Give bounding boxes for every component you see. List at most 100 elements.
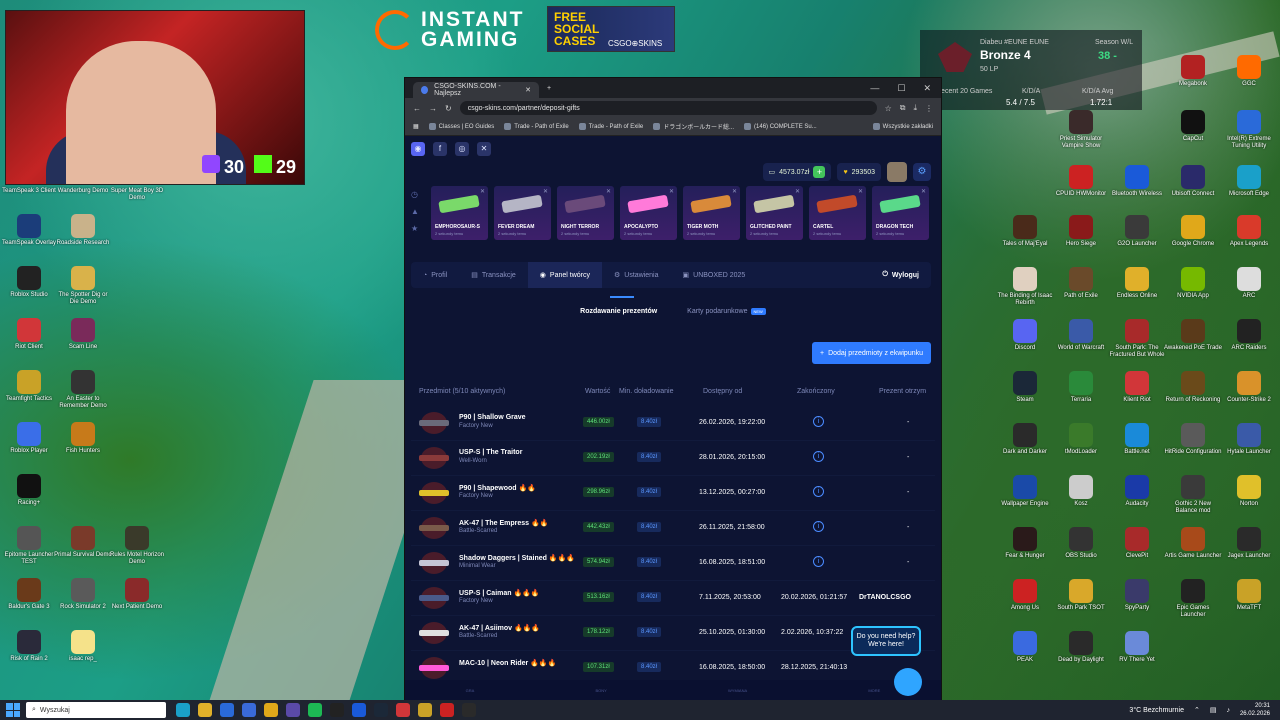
desktop-shortcut[interactable]: Terraria (1052, 371, 1110, 404)
riot-taskbar-icon[interactable] (396, 703, 410, 717)
maximize-icon[interactable]: ☐ (897, 83, 905, 94)
desktop-shortcut[interactable]: Gothic 2 New Balance mod (1164, 475, 1222, 515)
bottom-nav-item[interactable]: GRA (466, 688, 475, 693)
desktop-shortcut[interactable]: Roblox Player (0, 422, 58, 455)
new-tab-icon[interactable]: + (547, 85, 551, 92)
live-drop-card[interactable]: FEVER DREAM 2 sekundy temu ✕ (494, 186, 551, 240)
bookmark-item[interactable]: Trade - Path of Exile (578, 123, 643, 130)
logout-button[interactable]: ⏻ Wyloguj (870, 262, 931, 288)
bookmark-item[interactable]: (146) COMPLETE Su... (744, 123, 817, 130)
desktop-shortcut[interactable]: The Binding of Isaac Rebirth (996, 267, 1054, 307)
desktop-shortcut[interactable]: Tales of Maj'Eyal (996, 215, 1054, 248)
desktop-shortcut[interactable]: Epic Games Launcher (1164, 579, 1222, 619)
desktop-shortcut[interactable]: G2O Launcher (1108, 215, 1166, 248)
desktop-shortcut[interactable]: Hytale Launcher (1220, 423, 1278, 456)
desktop-shortcut[interactable]: Roblox Studio (0, 266, 58, 299)
tab-profile[interactable]: ◔ Profil (411, 262, 459, 288)
close-icon[interactable]: ✕ (732, 188, 737, 195)
desktop-shortcut[interactable]: Wallpaper Engine (996, 475, 1054, 508)
desktop-shortcut[interactable]: World of Warcraft (1052, 319, 1110, 352)
desktop-shortcut[interactable]: Hero Siege (1052, 215, 1110, 248)
help-bubble[interactable]: Do you need help? We're here! (851, 626, 921, 656)
desktop-shortcut[interactable]: Intel(R) Extreme Tuning Utility (1220, 110, 1278, 150)
table-row[interactable]: AK-47 | The Empress 🔥🔥 Battle-Scarred 442.… (411, 511, 935, 546)
live-drop-card[interactable]: NIGHT TERROR 2 sekundy temu ✕ (557, 186, 614, 240)
desktop-shortcut[interactable]: Counter-Strike 2 (1220, 371, 1278, 404)
extensions-icon[interactable]: ⧉ (900, 103, 906, 113)
info-icon[interactable]: i (813, 486, 824, 497)
live-drop-card[interactable]: GLITCHED PAINT 2 sekundy temu ✕ (746, 186, 803, 240)
tab-close-icon[interactable]: ✕ (525, 86, 531, 94)
table-row[interactable]: P90 | Shallow Grave Factory New 446.00zł 8… (411, 406, 935, 441)
edge-taskbar-icon[interactable] (176, 703, 190, 717)
desktop-shortcut[interactable]: Rock Simulator 2 (54, 578, 112, 611)
table-row[interactable]: Shadow Daggers | Stained 🔥🔥🔥 Minimal Wear… (411, 546, 935, 581)
windows-start-icon[interactable] (6, 703, 20, 717)
volume-icon[interactable]: ♪ (1226, 707, 1230, 714)
spotify-taskbar-icon[interactable] (308, 703, 322, 717)
close-icon[interactable]: ✕ (669, 188, 674, 195)
desktop-shortcut[interactable]: Fear & Hunger (996, 527, 1054, 560)
explorer-taskbar-icon[interactable] (198, 703, 212, 717)
desktop-shortcut[interactable]: Roadside Research (54, 214, 112, 247)
desktop-shortcut[interactable]: TeamSpeak Overlay (0, 214, 58, 247)
add-items-button[interactable]: + Dodaj przedmioty z ekwipunku (811, 342, 931, 364)
info-icon[interactable]: i (813, 451, 824, 462)
info-icon[interactable]: i (813, 416, 824, 427)
url-input[interactable]: csgo-skins.com/partner/deposit-gifts (459, 101, 877, 115)
desktop-shortcut[interactable]: The Spotter Dig or Die Demo (54, 266, 112, 306)
desktop-shortcut[interactable]: Primal Survival Demo (54, 526, 112, 559)
desktop-shortcut[interactable]: ClevePit (1108, 527, 1166, 560)
desktop-shortcut[interactable]: Dead by Daylight (1052, 631, 1110, 664)
live-drop-card[interactable]: EMPHOROSAUR-S 2 sekundy temu ✕ (431, 186, 488, 240)
desktop-shortcut[interactable]: Next Patient Demo (108, 578, 166, 611)
bookmark-star-icon[interactable]: ☆ (885, 104, 892, 113)
close-icon[interactable]: ✕ (480, 188, 485, 195)
desktop-shortcut[interactable]: Risk of Rain 2 (0, 630, 58, 663)
bottom-nav-item[interactable]: WYMIANA (728, 688, 747, 693)
forward-icon[interactable]: → (429, 104, 437, 113)
desktop-shortcut[interactable]: PEAK (996, 631, 1054, 664)
desktop-shortcut[interactable]: Megabonk (1164, 55, 1222, 88)
table-row[interactable]: P90 | Shapewood 🔥🔥 Factory New 298.96zł 8.4… (411, 476, 935, 511)
settings-gear-icon[interactable]: ⚙ (913, 163, 931, 181)
weather-widget[interactable]: 3°C Bezchmurnie (1129, 707, 1184, 714)
avatar[interactable] (887, 162, 907, 182)
desktop-shortcut[interactable]: RV There Yet (1108, 631, 1166, 664)
network-icon[interactable]: ▤ (1210, 706, 1217, 714)
desktop-shortcut[interactable]: Steam (996, 371, 1054, 404)
live-drop-card[interactable]: APOCALYPTO 2 sekundy temu ✕ (620, 186, 677, 240)
desktop-shortcut[interactable]: Battle.net (1108, 423, 1166, 456)
bottom-nav-item[interactable]: BONY (595, 688, 606, 693)
desktop-shortcut[interactable]: Super Meat Boy 3D Demo (108, 188, 166, 202)
balance-pill[interactable]: ▭ 4573.07zł + (762, 163, 832, 181)
desktop-shortcut[interactable]: South Park: The Fractured But Whole (1108, 319, 1166, 359)
app-taskbar-icon[interactable] (352, 703, 366, 717)
instagram-icon[interactable]: ◎ (455, 142, 469, 156)
bookmark-item[interactable]: Wszystkie zakładki (872, 123, 933, 130)
desktop-shortcut[interactable]: Google Chrome (1164, 215, 1222, 248)
desktop-shortcut[interactable]: MetaTFT (1220, 579, 1278, 612)
desktop-shortcut[interactable]: South Park TSOT (1052, 579, 1110, 612)
thumb-icon[interactable]: ▲ (411, 207, 425, 216)
tab-transactions[interactable]: ▤ Transakcje (459, 262, 528, 288)
desktop-shortcut[interactable]: HitRide Configuration (1164, 423, 1222, 456)
desktop-shortcut[interactable]: Among Us (996, 579, 1054, 612)
desktop-shortcut[interactable]: Microsoft Edge (1220, 165, 1278, 198)
desktop-shortcut[interactable]: OBS Studio (1052, 527, 1110, 560)
desktop-shortcut[interactable]: Teamfight Tactics (0, 370, 58, 403)
menu-dots-icon[interactable]: ⋮ (925, 104, 933, 113)
desktop-shortcut[interactable]: Racing+ (0, 474, 58, 507)
desktop-shortcut[interactable]: Fish Hunters (54, 422, 112, 455)
tab-settings[interactable]: ⚙ Ustawienia (602, 262, 671, 288)
live-drop-card[interactable]: DRAGON TECH 2 sekundy temu ✕ (872, 186, 929, 240)
desktop-shortcut[interactable]: NVIDIA App (1164, 267, 1222, 300)
desktop-shortcut[interactable]: Scam Line (54, 318, 112, 351)
app-taskbar-icon[interactable] (418, 703, 432, 717)
outlook-taskbar-icon[interactable] (220, 703, 234, 717)
desktop-shortcut[interactable]: Riot Client (0, 318, 58, 351)
desktop-shortcut[interactable]: Jagex Launcher (1220, 527, 1278, 560)
app-taskbar-icon[interactable] (286, 703, 300, 717)
tab-gift-giveaway[interactable]: Rozdawanie prezentów (580, 296, 657, 315)
deposit-plus-icon[interactable]: + (813, 166, 826, 178)
